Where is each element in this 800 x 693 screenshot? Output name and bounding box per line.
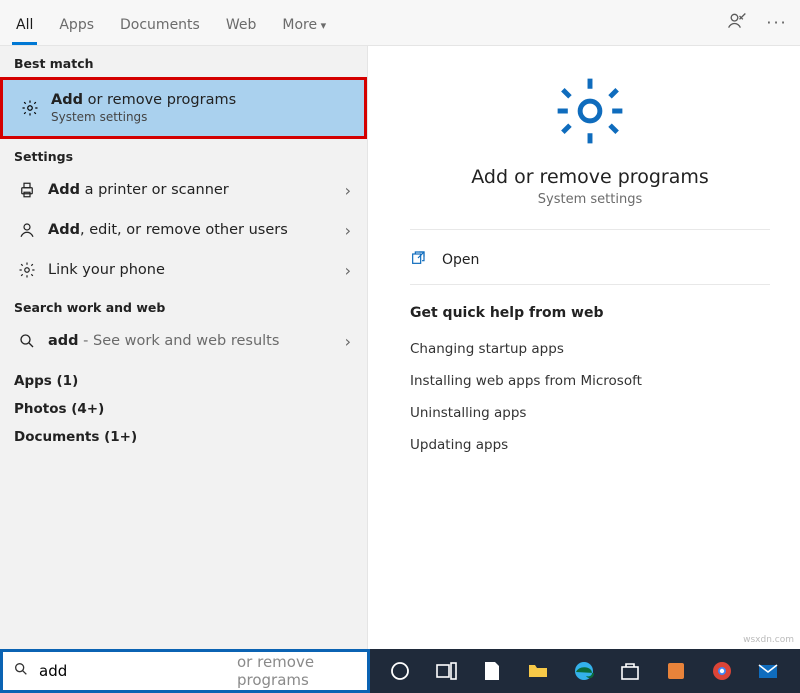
tab-more[interactable]: More xyxy=(278,11,330,35)
person-icon xyxy=(14,221,40,239)
store-icon[interactable] xyxy=(618,659,642,683)
chevron-right-icon: › xyxy=(345,181,357,200)
feedback-icon[interactable] xyxy=(726,11,748,35)
taskbar-search[interactable]: or remove programs xyxy=(0,649,370,693)
quick-help-heading: Get quick help from web xyxy=(410,305,770,321)
open-icon xyxy=(410,250,428,270)
search-filter-tabs: All Apps Documents Web More ··· xyxy=(0,0,800,46)
category-documents[interactable]: Documents (1+) xyxy=(14,423,353,451)
tab-web[interactable]: Web xyxy=(222,11,261,35)
tab-documents[interactable]: Documents xyxy=(116,11,204,35)
action-open[interactable]: Open xyxy=(410,246,770,274)
results-list: Best match Add or remove programs System… xyxy=(0,46,368,649)
category-photos[interactable]: Photos (4+) xyxy=(14,395,353,423)
search-input[interactable] xyxy=(39,662,233,680)
task-view-icon[interactable] xyxy=(434,659,458,683)
details-subtitle: System settings xyxy=(538,192,642,207)
details-pane: Add or remove programs System settings O… xyxy=(368,46,800,649)
group-header-best-match: Best match xyxy=(0,46,367,77)
category-apps[interactable]: Apps (1) xyxy=(14,367,353,395)
result-link-phone[interactable]: Link your phone › xyxy=(0,250,367,290)
cortana-icon[interactable] xyxy=(388,659,412,683)
chevron-right-icon: › xyxy=(345,221,357,240)
libreoffice-icon[interactable] xyxy=(480,659,504,683)
result-add-printer[interactable]: Add a printer or scanner › xyxy=(0,170,367,210)
tab-apps[interactable]: Apps xyxy=(55,11,98,35)
details-title: Add or remove programs xyxy=(471,166,709,188)
edge-icon[interactable] xyxy=(572,659,596,683)
search-ghost-text: or remove programs xyxy=(237,653,361,689)
gear-icon xyxy=(17,99,43,117)
quick-link[interactable]: Updating apps xyxy=(410,429,770,461)
details-hero: Add or remove programs System settings xyxy=(410,74,770,230)
overflow-menu-icon[interactable]: ··· xyxy=(766,13,788,32)
taskbar: or remove programs xyxy=(0,649,800,693)
chevron-right-icon: › xyxy=(345,261,357,280)
chevron-right-icon: › xyxy=(345,332,357,351)
printer-icon xyxy=(14,181,40,199)
result-web-search[interactable]: add - See work and web results › xyxy=(0,321,367,361)
result-text: Add or remove programs System settings xyxy=(43,92,354,124)
result-add-users[interactable]: Add, edit, or remove other users › xyxy=(0,210,367,250)
quick-link[interactable]: Installing web apps from Microsoft xyxy=(410,365,770,397)
group-header-search-web: Search work and web xyxy=(0,290,367,321)
gear-icon xyxy=(553,74,627,152)
group-header-settings: Settings xyxy=(0,139,367,170)
tab-all[interactable]: All xyxy=(12,11,37,35)
app-orange-icon[interactable] xyxy=(664,659,688,683)
file-explorer-icon[interactable] xyxy=(526,659,550,683)
mail-icon[interactable] xyxy=(756,659,780,683)
search-icon xyxy=(14,332,40,350)
quick-help: Get quick help from web Changing startup… xyxy=(410,285,770,461)
quick-link[interactable]: Uninstalling apps xyxy=(410,397,770,429)
gear-icon xyxy=(14,261,40,279)
result-best-match[interactable]: Add or remove programs System settings xyxy=(0,77,367,139)
category-counts: Apps (1) Photos (4+) Documents (1+) xyxy=(0,361,367,461)
quick-link[interactable]: Changing startup apps xyxy=(410,333,770,365)
search-icon xyxy=(13,661,29,681)
watermark: wsxdn.com xyxy=(743,635,794,645)
chrome-icon[interactable] xyxy=(710,659,734,683)
taskbar-icons xyxy=(370,649,800,693)
